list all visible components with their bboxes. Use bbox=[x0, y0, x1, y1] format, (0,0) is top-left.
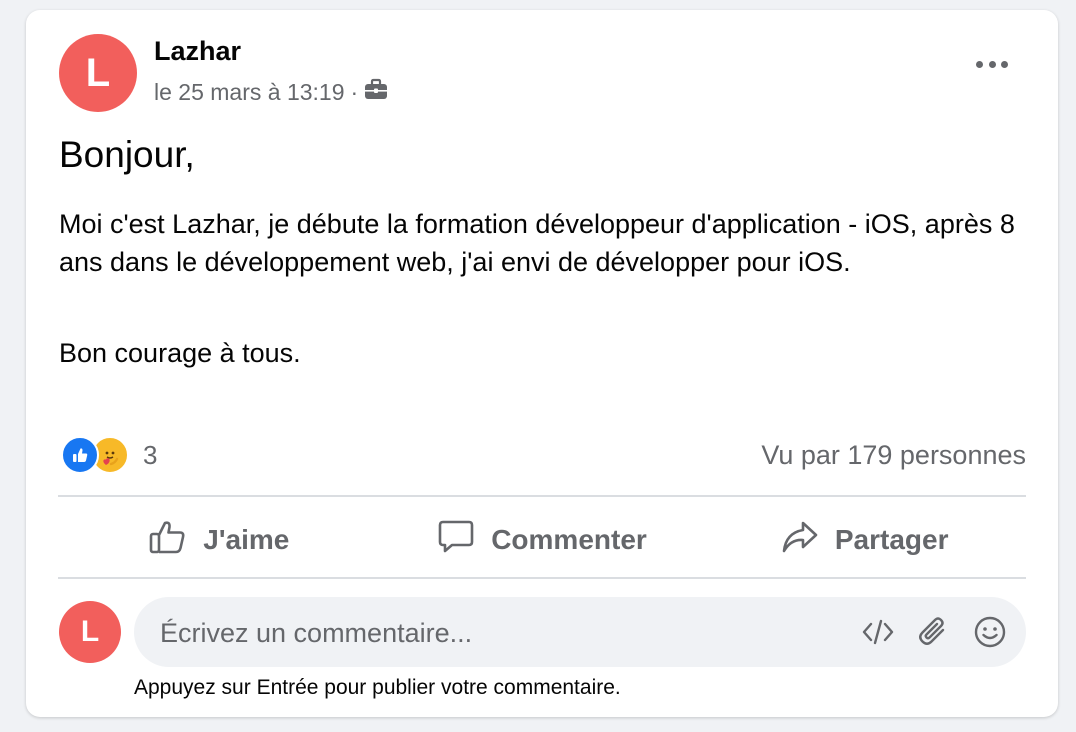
briefcase-icon bbox=[364, 78, 388, 106]
more-dot-icon bbox=[976, 60, 983, 68]
author-avatar[interactable]: L bbox=[59, 34, 137, 112]
author-name[interactable]: Lazhar bbox=[154, 36, 241, 67]
comment-label: Commenter bbox=[491, 524, 647, 555]
more-dot-icon bbox=[1001, 60, 1008, 68]
comment-input[interactable] bbox=[158, 597, 822, 669]
more-dot-icon bbox=[988, 60, 996, 68]
thumbs-up-icon bbox=[149, 519, 187, 562]
more-options-button[interactable] bbox=[976, 54, 1008, 74]
comment-button[interactable]: Commenter bbox=[381, 507, 704, 573]
view-count[interactable]: Vu par 179 personnes bbox=[761, 440, 1026, 471]
author-avatar-initial: L bbox=[85, 50, 111, 95]
share-label: Partager bbox=[834, 524, 949, 555]
share-arrow-icon bbox=[781, 519, 819, 562]
comment-bubble-icon bbox=[437, 519, 475, 562]
comment-composer bbox=[134, 597, 1026, 669]
reaction-count: 3 bbox=[143, 439, 158, 470]
post-card: L Lazhar le 25 mars à 13:19 · Bonjour, M… bbox=[26, 10, 1058, 717]
emoji-icon[interactable] bbox=[972, 614, 1008, 650]
divider bbox=[58, 495, 1026, 497]
composer-tools bbox=[860, 614, 1008, 650]
post-actions: J'aime Commenter Partager bbox=[58, 507, 1026, 573]
commenter-avatar-initial: L bbox=[80, 615, 100, 648]
post-timestamp[interactable]: le 25 mars à 13:19 bbox=[154, 79, 345, 106]
comment-hint: Appuyez sur Entrée pour publier votre co… bbox=[134, 676, 621, 699]
code-icon[interactable] bbox=[860, 614, 896, 650]
divider bbox=[58, 577, 1026, 579]
post-meta: le 25 mars à 13:19 · bbox=[154, 78, 388, 106]
like-button[interactable]: J'aime bbox=[58, 507, 381, 573]
reactions-summary[interactable]: 3 bbox=[61, 436, 157, 474]
commenter-avatar[interactable]: L bbox=[59, 601, 121, 663]
like-label: J'aime bbox=[203, 524, 290, 555]
post-greeting: Bonjour, bbox=[59, 134, 195, 175]
meta-separator: · bbox=[350, 78, 359, 105]
like-reaction-icon bbox=[61, 436, 99, 474]
post-paragraph: Bon courage à tous. bbox=[59, 338, 301, 368]
share-button[interactable]: Partager bbox=[703, 507, 1026, 573]
post-paragraph: Moi c'est Lazhar, je débute la formation… bbox=[59, 209, 1015, 277]
paperclip-icon[interactable] bbox=[916, 614, 952, 650]
